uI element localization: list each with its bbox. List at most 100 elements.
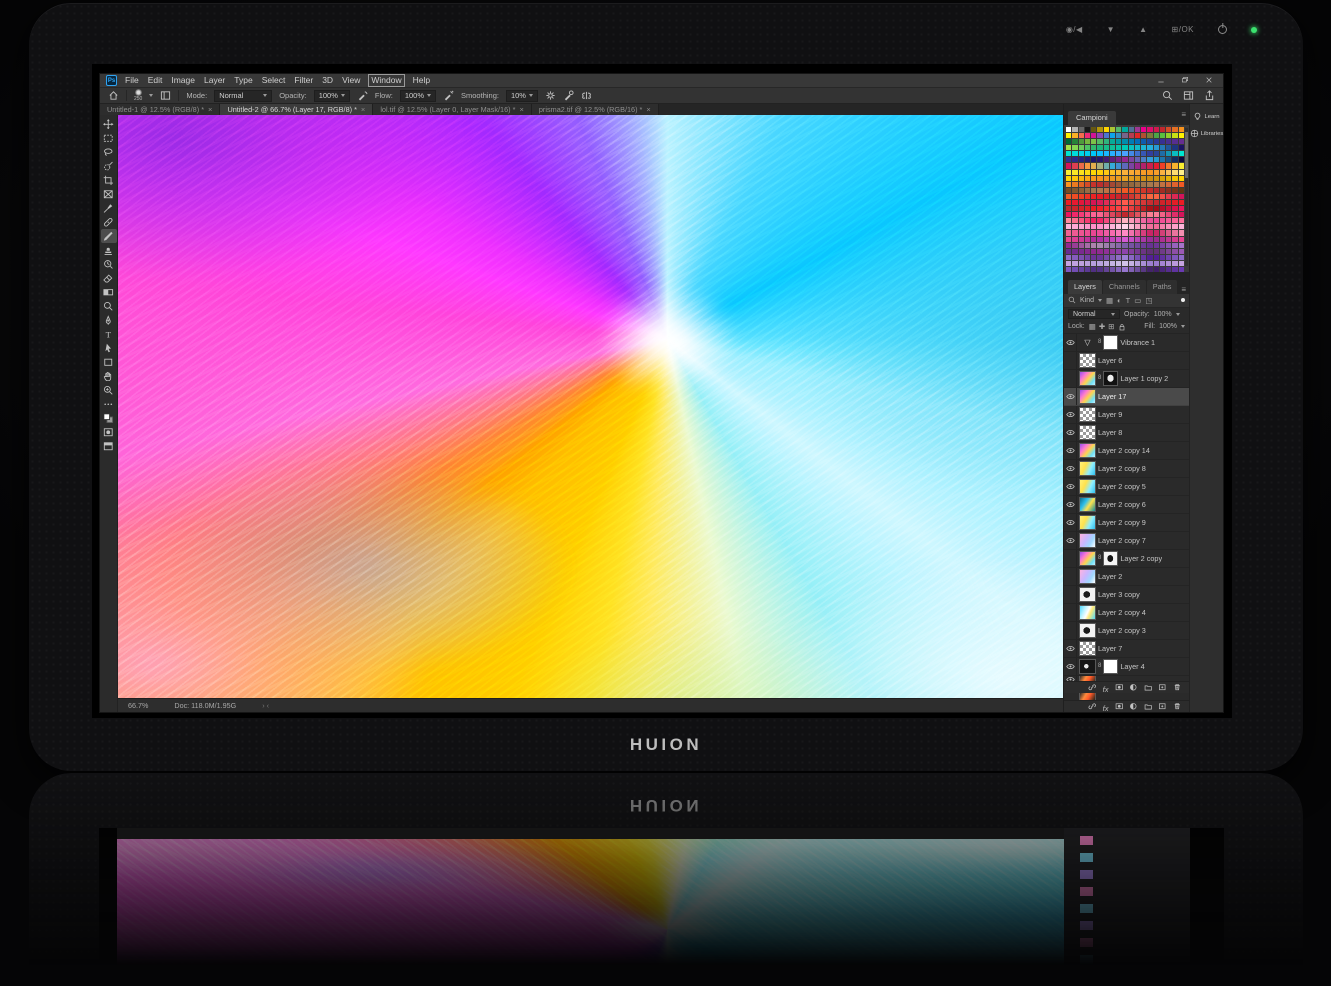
tool-crop[interactable] — [101, 173, 117, 187]
layer-row[interactable]: Layer 2 copy 14 — [1064, 442, 1189, 460]
nav-down-button[interactable]: ▼ — [1107, 25, 1115, 34]
swatch[interactable] — [1122, 237, 1127, 242]
swatch[interactable] — [1116, 212, 1121, 217]
swatch[interactable] — [1179, 230, 1184, 235]
tool-zoom[interactable] — [101, 383, 117, 397]
swatch[interactable] — [1147, 188, 1152, 193]
swatch[interactable] — [1172, 206, 1177, 211]
swatch[interactable] — [1135, 170, 1140, 175]
swatch[interactable] — [1129, 133, 1134, 138]
swatch[interactable] — [1141, 170, 1146, 175]
layer-row[interactable]: Layer 2 copy 7 — [1064, 532, 1189, 550]
swatch[interactable] — [1147, 249, 1152, 254]
layer-row[interactable]: 8Layer 1 copy 2 — [1064, 370, 1189, 388]
swatch[interactable] — [1072, 170, 1077, 175]
swatch[interactable] — [1091, 188, 1096, 193]
swatch[interactable] — [1085, 212, 1090, 217]
settings-back-button[interactable]: ◉/◀ — [1066, 25, 1083, 34]
swatch[interactable] — [1147, 212, 1152, 217]
layer-visibility-toggle[interactable] — [1064, 424, 1077, 441]
swatch[interactable] — [1085, 261, 1090, 266]
swatch[interactable] — [1129, 224, 1134, 229]
swatch[interactable] — [1135, 182, 1140, 187]
swatch[interactable] — [1129, 206, 1134, 211]
swatch[interactable] — [1079, 188, 1084, 193]
swatch[interactable] — [1147, 206, 1152, 211]
layer-row[interactable] — [1064, 693, 1189, 700]
swatch[interactable] — [1116, 255, 1121, 260]
layer-visibility-toggle[interactable] — [1064, 568, 1077, 585]
menu-filter[interactable]: Filter — [294, 75, 313, 86]
canvas-artwork[interactable] — [118, 115, 1063, 698]
layer-thumbnail[interactable]: ▽ — [1080, 336, 1095, 349]
swatch[interactable] — [1072, 230, 1077, 235]
swatch[interactable] — [1135, 151, 1140, 156]
swatch[interactable] — [1079, 176, 1084, 181]
swatch[interactable] — [1116, 243, 1121, 248]
swatch[interactable] — [1085, 237, 1090, 242]
swatch[interactable] — [1091, 224, 1096, 229]
layer-thumbnail[interactable] — [1080, 498, 1095, 511]
swatch[interactable] — [1147, 243, 1152, 248]
swatch[interactable] — [1154, 243, 1159, 248]
swatch[interactable] — [1166, 182, 1171, 187]
swatch[interactable] — [1166, 139, 1171, 144]
swatch[interactable] — [1079, 255, 1084, 260]
swatch[interactable] — [1172, 261, 1177, 266]
swatch[interactable] — [1147, 194, 1152, 199]
swatch[interactable] — [1160, 224, 1165, 229]
swatch[interactable] — [1179, 243, 1184, 248]
lock-position-icon[interactable]: ⊞ — [1108, 322, 1114, 331]
swatch[interactable] — [1160, 163, 1165, 168]
document-tab[interactable]: Untitled-2 @ 66.7% (Layer 17, RGB/8) *× — [220, 104, 373, 115]
swatch[interactable] — [1141, 163, 1146, 168]
swatch[interactable] — [1066, 127, 1071, 132]
layer-row[interactable]: 8Layer 4 — [1064, 658, 1189, 676]
swatch[interactable] — [1129, 127, 1134, 132]
swatch[interactable] — [1110, 212, 1115, 217]
swatch[interactable] — [1166, 218, 1171, 223]
swatch[interactable] — [1072, 212, 1077, 217]
swatch[interactable] — [1154, 188, 1159, 193]
swatch[interactable] — [1154, 157, 1159, 162]
swatch[interactable] — [1179, 224, 1184, 229]
swatch[interactable] — [1172, 151, 1177, 156]
swatch[interactable] — [1072, 133, 1077, 138]
swatch[interactable] — [1147, 151, 1152, 156]
swatch[interactable] — [1160, 133, 1165, 138]
layer-visibility-toggle[interactable] — [1064, 334, 1077, 351]
swatch[interactable] — [1135, 133, 1140, 138]
swatch[interactable] — [1091, 243, 1096, 248]
opacity-select[interactable]: 100% — [314, 90, 350, 102]
swatch[interactable] — [1166, 133, 1171, 138]
swatch[interactable] — [1135, 237, 1140, 242]
swatch[interactable] — [1079, 133, 1084, 138]
swatch[interactable] — [1110, 255, 1115, 260]
layer-mask-thumbnail[interactable] — [1104, 552, 1117, 565]
swatch[interactable] — [1135, 163, 1140, 168]
swatch[interactable] — [1166, 151, 1171, 156]
layer-row[interactable]: Layer 9 — [1064, 406, 1189, 424]
layer-thumbnail[interactable] — [1080, 588, 1095, 601]
swatch[interactable] — [1079, 157, 1084, 162]
layer-thumbnail[interactable] — [1080, 534, 1095, 547]
add-layer-mask-icon[interactable] — [1115, 698, 1124, 716]
swatch[interactable] — [1079, 267, 1084, 272]
swatch[interactable] — [1079, 163, 1084, 168]
swatch[interactable] — [1147, 200, 1152, 205]
swatch[interactable] — [1091, 212, 1096, 217]
swatch[interactable] — [1129, 255, 1134, 260]
swatch[interactable] — [1079, 194, 1084, 199]
swatch[interactable] — [1179, 255, 1184, 260]
swatch[interactable] — [1079, 170, 1084, 175]
swatch[interactable] — [1166, 188, 1171, 193]
layer-mask-thumbnail[interactable] — [1104, 336, 1117, 349]
swatch[interactable] — [1072, 261, 1077, 266]
swatch[interactable] — [1179, 212, 1184, 217]
swatch[interactable] — [1154, 145, 1159, 150]
swatch[interactable] — [1147, 230, 1152, 235]
swatch[interactable] — [1166, 249, 1171, 254]
paint-symmetry-icon[interactable] — [581, 90, 592, 101]
layer-row[interactable]: Layer 8 — [1064, 424, 1189, 442]
swatch[interactable] — [1085, 145, 1090, 150]
